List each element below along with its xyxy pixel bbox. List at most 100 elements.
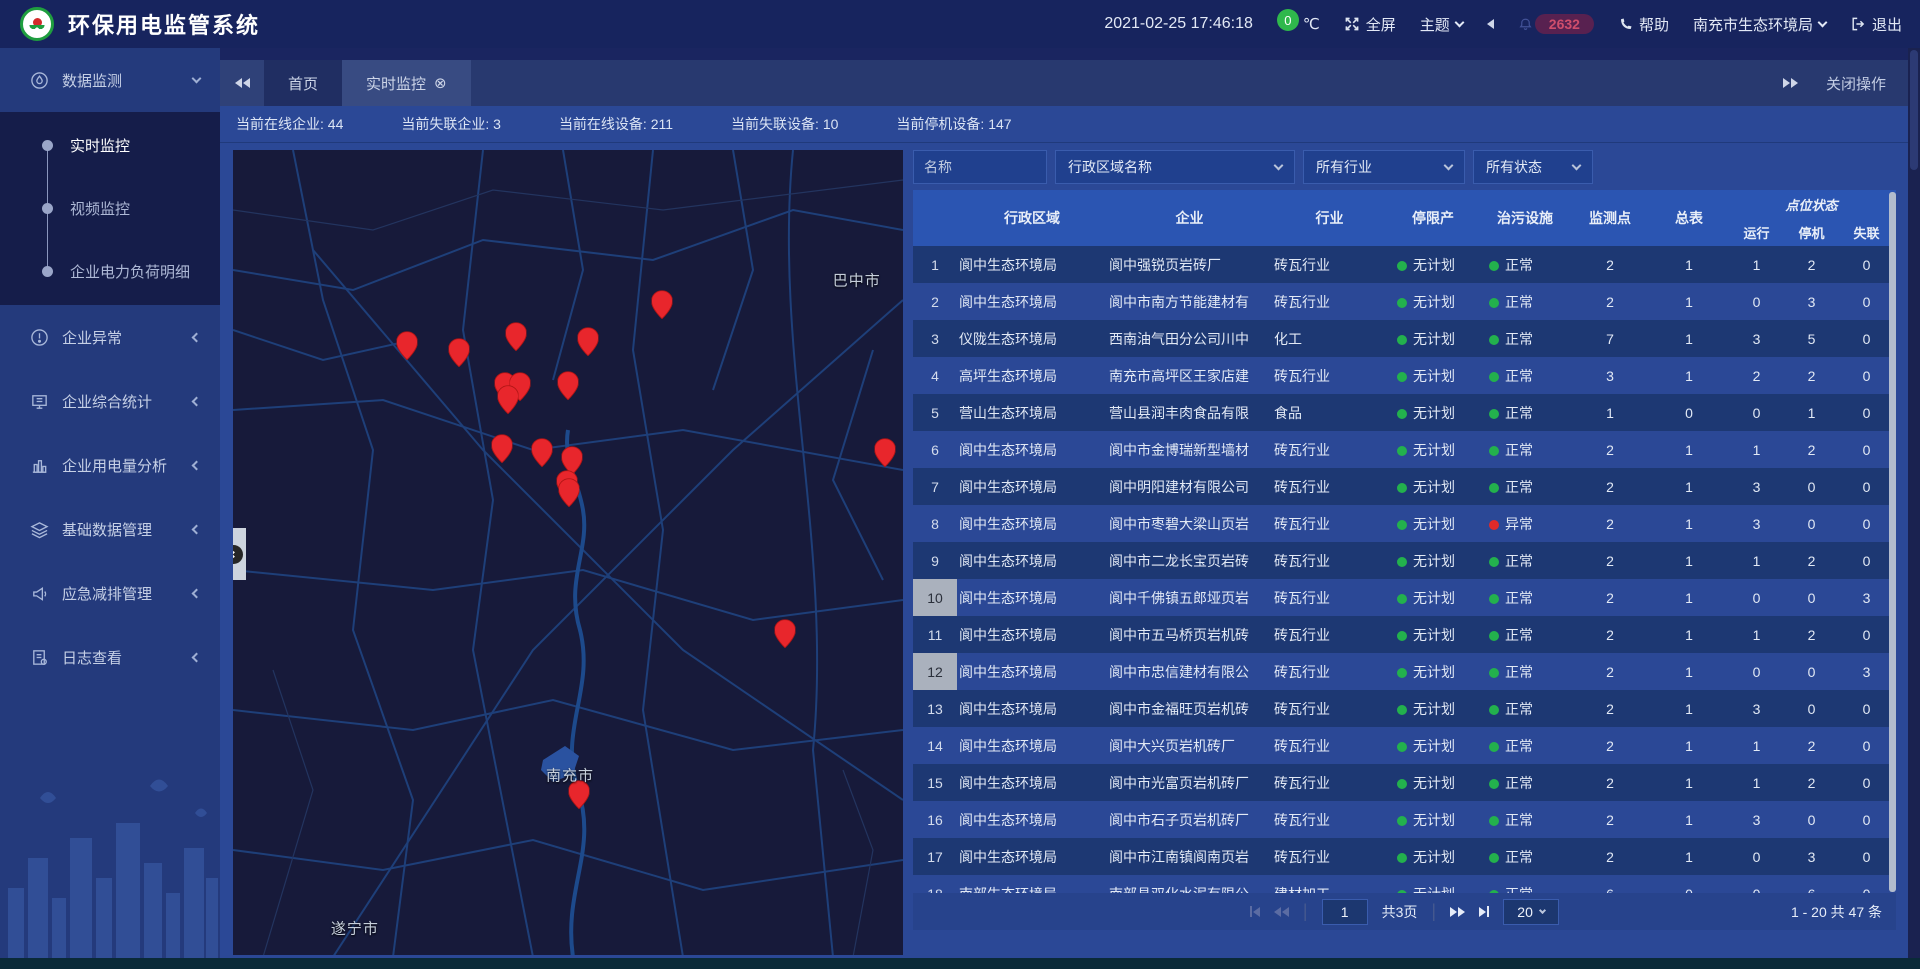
help-button[interactable]: 帮助 <box>1618 14 1669 35</box>
logout-button[interactable]: 退出 <box>1850 14 1902 35</box>
table-row[interactable]: 14 阆中生态环境局 阆中大兴页岩机砖厂 砖瓦行业 无计划 正常 2 1 1 2… <box>913 727 1896 764</box>
status-dot-icon <box>1397 261 1407 271</box>
map-pin-icon[interactable] <box>505 322 526 351</box>
sidebar-item-label: 应急减排管理 <box>62 583 152 604</box>
map-pin-icon[interactable] <box>397 331 418 360</box>
prev-page-button[interactable] <box>1274 907 1289 917</box>
cell-total-meters: 1 <box>1649 812 1729 828</box>
tab-0[interactable]: 首页 <box>264 60 342 106</box>
table-row[interactable]: 17 阆中生态环境局 阆中市江南镇阆南页岩 砖瓦行业 无计划 正常 2 1 0 … <box>913 838 1896 875</box>
cell-industry: 砖瓦行业 <box>1272 588 1387 608</box>
cell-stopped: 1 <box>1784 405 1839 421</box>
table-row[interactable]: 6 阆中生态环境局 阆中市金博瑞新型墙材 砖瓦行业 无计划 正常 2 1 1 2… <box>913 431 1896 468</box>
tabs-scroll-left-button[interactable] <box>220 60 264 106</box>
table-row[interactable]: 7 阆中生态环境局 阆中明阳建材有限公司 砖瓦行业 无计划 正常 2 1 3 0… <box>913 468 1896 505</box>
sidebar-subitem-2[interactable]: 企业电力负荷明细 <box>0 240 220 303</box>
table-row[interactable]: 4 高坪生态环境局 南充市高坪区王家店建 砖瓦行业 无计划 正常 3 1 2 2… <box>913 357 1896 394</box>
row-index: 18 <box>913 875 957 893</box>
status-dot-icon <box>1489 668 1499 678</box>
tabs-scroll-right-button[interactable] <box>1783 78 1798 88</box>
map-pin-icon[interactable] <box>578 327 599 356</box>
map-pin-icon[interactable] <box>497 385 518 414</box>
map-pin-icon[interactable] <box>775 620 796 649</box>
status-dot-icon <box>1489 372 1499 382</box>
org-dropdown[interactable]: 南充市生态环境局 <box>1693 14 1826 35</box>
status-dot-icon <box>1489 335 1499 345</box>
app-title: 环保用电监管系统 <box>68 8 260 40</box>
cell-disconnected: 0 <box>1839 368 1894 384</box>
map-pin-icon[interactable] <box>558 371 579 400</box>
map-pin-icon[interactable] <box>531 438 552 467</box>
table-row[interactable]: 16 阆中生态环境局 阆中市石子页岩机砖厂 砖瓦行业 无计划 正常 2 1 3 … <box>913 801 1896 838</box>
cell-company: 阆中明阳建材有限公司 <box>1107 477 1272 497</box>
cell-disconnected: 3 <box>1839 590 1894 606</box>
cell-total-meters: 1 <box>1649 257 1729 273</box>
table-row[interactable]: 13 阆中生态环境局 阆中市金福旺页岩机砖 砖瓦行业 无计划 正常 2 1 3 … <box>913 690 1896 727</box>
map-pin-icon[interactable] <box>448 338 469 367</box>
cell-region: 阆中生态环境局 <box>957 773 1107 793</box>
cell-disconnected: 0 <box>1839 331 1894 347</box>
map-pin-icon[interactable] <box>558 478 579 507</box>
cell-total-meters: 1 <box>1649 479 1729 495</box>
cell-disconnected: 0 <box>1839 738 1894 754</box>
sidebar-item-4[interactable]: 基础数据管理 <box>0 497 220 561</box>
cell-total-meters: 1 <box>1649 701 1729 717</box>
map-pin-icon[interactable] <box>874 438 895 467</box>
marquee-toggle-icon[interactable] <box>1487 19 1494 29</box>
status-dot-icon <box>1397 446 1407 456</box>
cell-monitor-points: 2 <box>1571 738 1649 754</box>
table-row[interactable]: 15 阆中生态环境局 阆中市光富页岩机砖厂 砖瓦行业 无计划 正常 2 1 1 … <box>913 764 1896 801</box>
stat-value: 147 <box>988 116 1011 132</box>
region-filter-select[interactable]: 行政区域名称 <box>1055 150 1295 184</box>
pagination-bar: | 1 共3页 | 20 1 - 20 共 47 条 <box>913 893 1896 930</box>
table-row[interactable]: 11 阆中生态环境局 阆中市五马桥页岩机砖 砖瓦行业 无计划 正常 2 1 1 … <box>913 616 1896 653</box>
table-row[interactable]: 18 南部生态环境局 南部县双化水泥有限公 建材加工 无计划 正常 6 0 0 … <box>913 875 1896 893</box>
table-row[interactable]: 5 营山生态环境局 营山县润丰肉食品有限 食品 无计划 正常 1 0 0 1 0 <box>913 394 1896 431</box>
theme-dropdown[interactable]: 主题 <box>1420 14 1463 35</box>
map-panel[interactable]: 巴中市南充市遂宁市 <box>233 150 903 955</box>
table-row[interactable]: 1 阆中生态环境局 阆中强锐页岩砖厂 砖瓦行业 无计划 正常 2 1 1 2 0 <box>913 246 1896 283</box>
tab-close-icon[interactable]: ⊗ <box>434 74 447 92</box>
last-page-button[interactable] <box>1479 906 1489 917</box>
cell-running: 1 <box>1729 738 1784 754</box>
map-collapse-button[interactable] <box>233 528 246 580</box>
table-row[interactable]: 3 仪陇生态环境局 西南油气田分公司川中 化工 无计划 正常 7 1 3 5 0 <box>913 320 1896 357</box>
cell-facility-status: 正常 <box>1479 662 1571 682</box>
cell-disconnected: 0 <box>1839 257 1894 273</box>
name-filter-input[interactable] <box>913 150 1047 184</box>
sidebar-item-1[interactable]: 企业异常 <box>0 305 220 369</box>
page-size-select[interactable]: 20 <box>1503 899 1559 925</box>
sidebar-item-2[interactable]: 企业综合统计 <box>0 369 220 433</box>
sidebar-item-0[interactable]: 数据监测 <box>0 48 220 112</box>
table-row[interactable]: 8 阆中生态环境局 阆中市枣碧大梁山页岩 砖瓦行业 无计划 异常 2 1 3 0… <box>913 505 1896 542</box>
cell-monitor-points: 2 <box>1571 627 1649 643</box>
cell-stopped: 3 <box>1784 294 1839 310</box>
table-row[interactable]: 2 阆中生态环境局 阆中市南方节能建材有 砖瓦行业 无计划 正常 2 1 0 3… <box>913 283 1896 320</box>
notification-area[interactable]: 2632 <box>1518 14 1594 34</box>
page-scrollbar[interactable] <box>1908 48 1920 958</box>
map-pin-icon[interactable] <box>491 434 512 463</box>
sidebar-subitem-0[interactable]: 实时监控 <box>0 114 220 177</box>
tab-1[interactable]: 实时监控 ⊗ <box>342 60 471 106</box>
table-scrollbar-thumb[interactable] <box>1889 192 1896 892</box>
fullscreen-button[interactable]: 全屏 <box>1344 14 1396 35</box>
industry-filter-select[interactable]: 所有行业 <box>1303 150 1465 184</box>
cell-production-status: 无计划 <box>1387 403 1479 423</box>
table-row[interactable]: 10 阆中生态环境局 阆中千佛镇五郎垭页岩 砖瓦行业 无计划 正常 2 1 0 … <box>913 579 1896 616</box>
sidebar-item-3[interactable]: 企业用电量分析 <box>0 433 220 497</box>
sidebar-item-6[interactable]: 日志查看 <box>0 625 220 689</box>
sidebar-item-5[interactable]: 应急减排管理 <box>0 561 220 625</box>
map-pin-icon[interactable] <box>651 290 672 319</box>
col-company: 企业 <box>1107 208 1272 228</box>
close-operations-button[interactable]: 关闭操作 <box>1826 73 1886 94</box>
sidebar-subitem-1[interactable]: 视频监控 <box>0 177 220 240</box>
table-row[interactable]: 9 阆中生态环境局 阆中市二龙长宝页岩砖 砖瓦行业 无计划 正常 2 1 1 2… <box>913 542 1896 579</box>
stat-item: 当前失联设备: 10 <box>731 114 838 134</box>
status-filter-select[interactable]: 所有状态 <box>1473 150 1593 184</box>
sidebar-item-label: 日志查看 <box>62 647 122 668</box>
table-row[interactable]: 12 阆中生态环境局 阆中市忠信建材有限公 砖瓦行业 无计划 正常 2 1 0 … <box>913 653 1896 690</box>
page-number-input[interactable]: 1 <box>1322 899 1368 925</box>
next-page-button[interactable] <box>1450 907 1465 917</box>
first-page-button[interactable] <box>1250 906 1260 917</box>
cell-total-meters: 1 <box>1649 590 1729 606</box>
